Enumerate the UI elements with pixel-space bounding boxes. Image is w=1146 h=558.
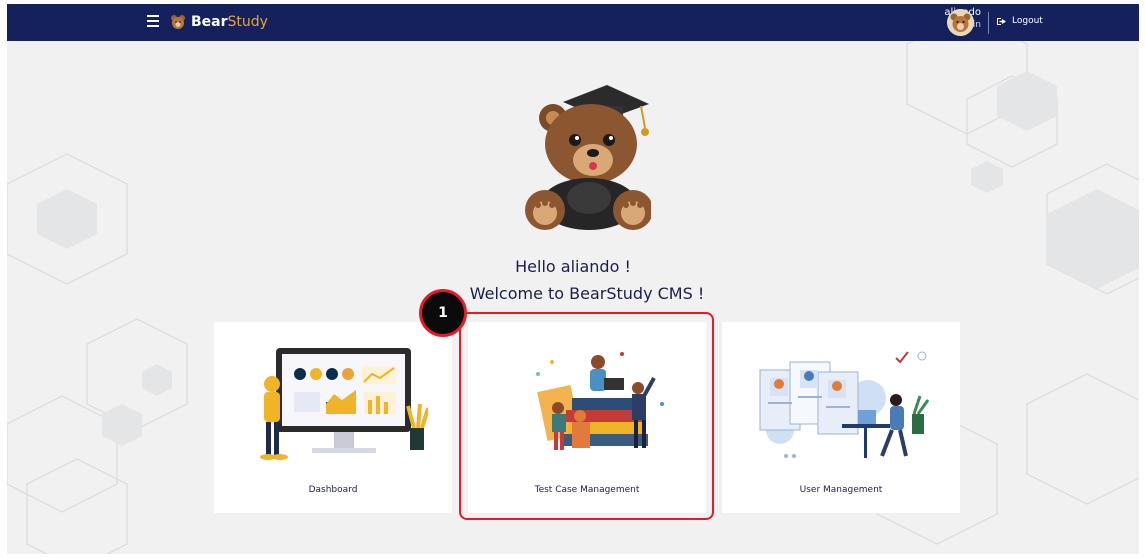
menu-icon[interactable]: [147, 15, 159, 27]
dashboard-card[interactable]: Dashboard: [214, 322, 452, 513]
bear-mascot-image: [525, 85, 651, 230]
card-label: Dashboard: [308, 485, 358, 495]
brand-bold: Bear: [191, 14, 228, 30]
greeting-text: Hello aliando !: [515, 257, 631, 276]
dashboard-illustration-icon: [260, 348, 428, 460]
top-navbar: Bear Study aliando admin Logout: [7, 4, 1139, 41]
brand[interactable]: Bear Study: [170, 12, 268, 32]
welcome-text: Welcome to BearStudy CMS !: [469, 284, 705, 303]
bear-logo-icon: [171, 15, 185, 29]
user-management-illustration-icon: [759, 351, 930, 458]
step-number-badge: 1: [419, 289, 467, 337]
logout-label: Logout: [1012, 16, 1043, 26]
card-label: User Management: [799, 485, 883, 495]
brand-light: Study: [227, 14, 268, 30]
user-management-card[interactable]: User Management: [722, 322, 960, 513]
logout-icon: [997, 17, 1006, 25]
avatar[interactable]: [947, 9, 974, 36]
app-frame: Bear Study aliando admin Logout: [7, 4, 1139, 554]
navbar-divider: [988, 12, 989, 34]
logout-button[interactable]: Logout: [997, 16, 1043, 26]
highlight-box: [459, 312, 714, 520]
